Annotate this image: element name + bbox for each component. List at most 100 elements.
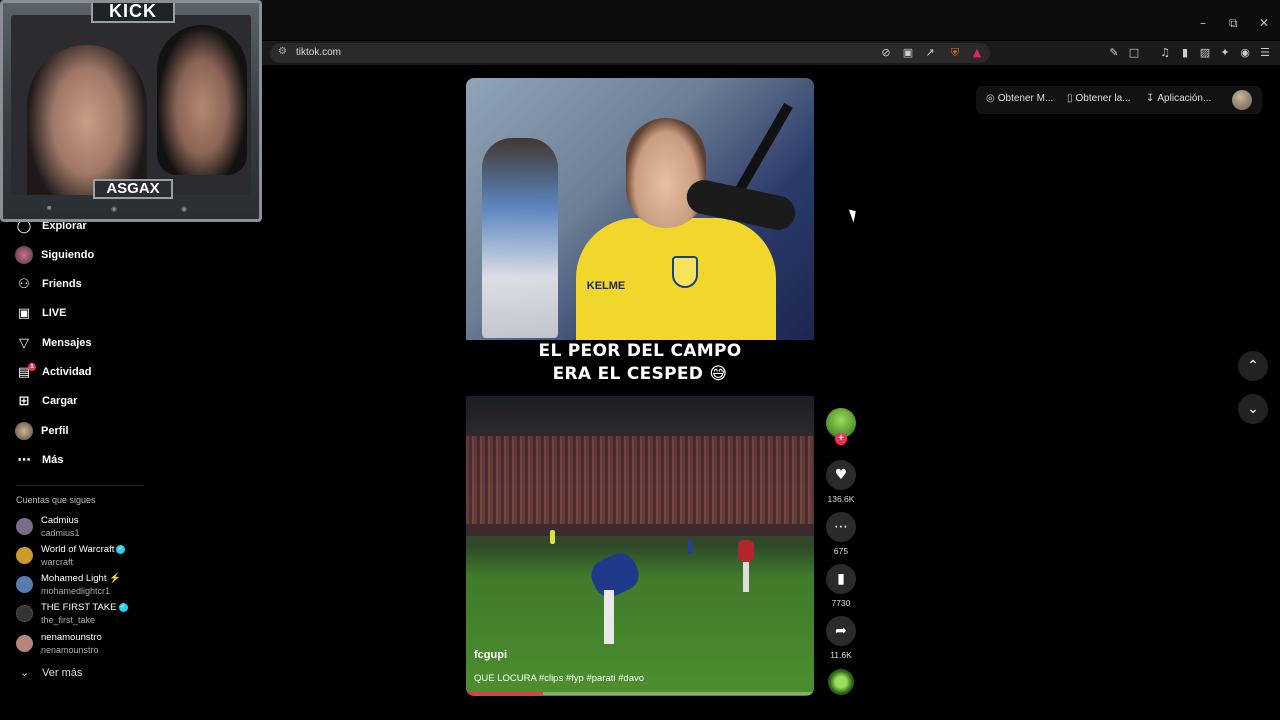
screenshot-icon[interactable]: □: [1127, 46, 1141, 60]
media-icon[interactable]: ♫: [1158, 46, 1172, 60]
like-button[interactable]: ♥: [826, 460, 856, 490]
video-bottom-frame: [466, 396, 814, 696]
mural-figure: [482, 138, 558, 338]
avatar: [16, 635, 33, 652]
close-button[interactable]: ✕: [1259, 16, 1269, 30]
minimize-button[interactable]: –: [1200, 16, 1206, 30]
following-account[interactable]: World of Warcraft ✓ warcraft: [16, 544, 166, 572]
social-icon: ■: [47, 205, 52, 212]
sidebar-item-upload[interactable]: ⊞ Cargar: [16, 391, 78, 411]
next-video-button[interactable]: ⌄: [1238, 394, 1268, 424]
leo-ai-icon[interactable]: ✦: [1218, 46, 1232, 60]
sidebar-item-messages[interactable]: ▽ Mensajes: [16, 333, 92, 353]
stadium-crowd: [466, 436, 814, 526]
send-icon: ▽: [19, 335, 29, 351]
activity-icon: ▤ 1: [17, 362, 36, 380]
video-description[interactable]: QUE LOCURA #clips #fyp #parati #davo: [474, 673, 644, 684]
comment-button[interactable]: ⋯: [826, 512, 856, 542]
vpn-icon[interactable]: ◉: [1238, 46, 1252, 60]
previous-video-button[interactable]: ⌃: [1238, 351, 1268, 381]
chevron-up-icon: ⌃: [1247, 358, 1259, 374]
avatar: [15, 246, 33, 264]
chevron-down-icon: ⌄: [1247, 401, 1259, 417]
person-right: [157, 25, 247, 175]
cast-icon[interactable]: ▣: [901, 46, 915, 60]
club-crest: [672, 256, 698, 288]
sidebar-item-activity[interactable]: ▤ 1 Actividad: [16, 362, 92, 382]
share-button[interactable]: ➦: [826, 616, 856, 646]
upload-plus-icon: ⊞: [18, 393, 30, 409]
restore-button[interactable]: ⧉: [1229, 16, 1238, 31]
wallet-icon[interactable]: ▨: [1198, 46, 1212, 60]
player-figure: [688, 540, 693, 554]
share-icon[interactable]: ↗: [923, 46, 937, 60]
chevron-down-icon: ⌄: [20, 666, 30, 679]
following-account[interactable]: Mohamed Light ⚡ mohamedlightcr1: [16, 573, 166, 601]
save-count: 7730: [831, 598, 851, 608]
video-progress-bar[interactable]: [466, 692, 814, 695]
webcam-overlay: KICK ASGAX ■ ◉ ◉: [0, 0, 262, 222]
person-left: [27, 45, 147, 195]
following-account[interactable]: THE FIRST TAKE ✓ the_first_take: [16, 602, 166, 630]
sidebar-item-friends[interactable]: ⚇ Friends: [16, 274, 82, 294]
bookmark-icon: ▮: [837, 571, 845, 587]
heart-icon: ♥: [834, 467, 848, 483]
friends-icon: ⚇: [18, 276, 30, 292]
save-button[interactable]: ▮: [826, 564, 856, 594]
following-account[interactable]: nenamounstro nenamounstro: [16, 632, 166, 660]
webcam-feed: [11, 15, 251, 195]
music-disc-icon[interactable]: [828, 669, 854, 695]
brave-shield-icon[interactable]: ⛨: [948, 46, 962, 60]
account-name: World of Warcraft ✓: [41, 544, 126, 555]
video-top-frame: KELME: [466, 78, 814, 348]
caption-line: ERA EL CESPED 😅: [552, 364, 728, 384]
platform-label: KICK: [91, 3, 175, 23]
overlay-footer: ■ ◉ ◉: [33, 203, 229, 217]
avatar: [16, 547, 33, 564]
verified-badge-icon: ✓: [118, 602, 128, 612]
following-account[interactable]: Cadmius cadmius1: [16, 515, 166, 543]
social-icon: ◉: [111, 206, 118, 213]
share-arrow-icon: ➦: [835, 623, 847, 639]
streamer-name: ASGAX: [93, 179, 173, 199]
comment-icon: ⋯: [834, 519, 848, 535]
extensions-icon[interactable]: ✎: [1107, 46, 1121, 60]
sidebar-item-more[interactable]: ⋯ Más: [16, 450, 64, 470]
mouse-cursor: [848, 207, 860, 223]
ad-boards: [466, 524, 814, 536]
see-more-button[interactable]: ⌄ Ver más: [20, 666, 82, 679]
desktop-app-button[interactable]: ↧ Aplicación...: [1146, 93, 1211, 104]
video-player[interactable]: KELME EL PEOR DEL CAMPO ERA EL CESPED 😅 …: [466, 78, 814, 696]
notification-badge: 1: [28, 362, 36, 371]
tiktok-top-actions: ◎ Obtener M... ▯ Obtener la... ↧ Aplicación…: [976, 86, 1262, 114]
brave-rewards-icon[interactable]: ▲: [970, 46, 984, 60]
url-text[interactable]: tiktok.com: [296, 47, 341, 58]
sidebar-item-following[interactable]: Siguiendo: [15, 245, 94, 265]
follow-plus-icon[interactable]: +: [835, 433, 847, 445]
like-count: 136.6K: [827, 494, 855, 504]
profile-avatar[interactable]: [1232, 90, 1252, 110]
get-coins-button[interactable]: ◎ Obtener M...: [986, 93, 1053, 104]
site-info-icon[interactable]: ⚙: [278, 46, 287, 57]
avatar: [16, 518, 33, 535]
sidebar-icon[interactable]: ▮: [1178, 46, 1192, 60]
avatar: [15, 422, 33, 440]
caption-line: EL PEOR DEL CAMPO: [538, 341, 742, 361]
share-count: 11.6K: [830, 650, 852, 660]
avatar: [16, 605, 33, 622]
sidebar-item-live[interactable]: ▣ LIVE: [16, 303, 67, 323]
avatar: [16, 576, 33, 593]
player-figure: [738, 540, 754, 596]
comment-count: 675: [833, 546, 849, 556]
menu-icon[interactable]: ☰: [1258, 46, 1272, 60]
more-dots-icon: ⋯: [17, 452, 31, 468]
progress-fill: [466, 692, 543, 695]
divider: [16, 485, 144, 486]
get-app-button[interactable]: ▯ Obtener la...: [1067, 93, 1131, 104]
video-caption: EL PEOR DEL CAMPO ERA EL CESPED 😅: [466, 340, 814, 396]
video-author[interactable]: fcgupi: [474, 649, 507, 661]
sidebar-item-profile[interactable]: Perfil: [15, 421, 69, 441]
no-camera-icon[interactable]: ⊘: [879, 46, 893, 60]
social-icon: ◉: [181, 206, 188, 213]
player-figure: [582, 544, 652, 644]
